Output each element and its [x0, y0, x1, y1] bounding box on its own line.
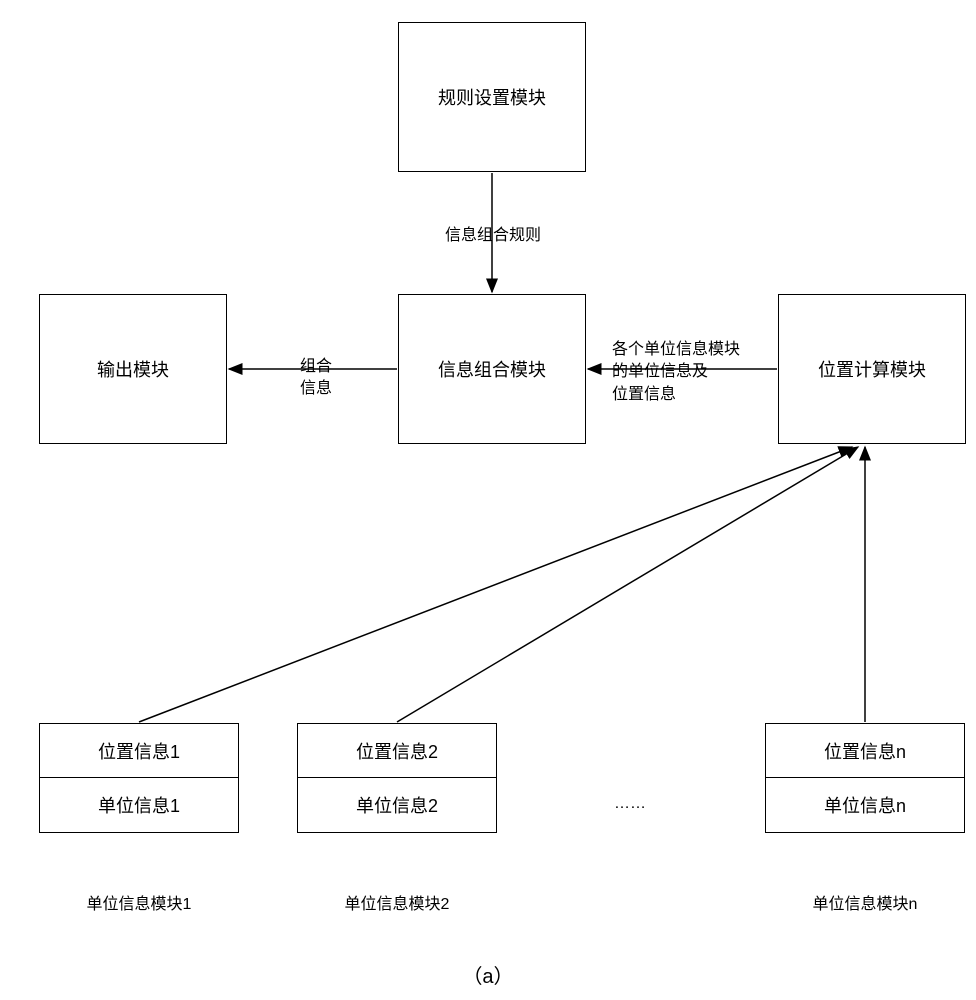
output-label: 输出模块	[97, 356, 169, 382]
calc-to-combo-line1: 各个单位信息模块	[612, 341, 740, 358]
edge-label-rule-to-combo: 信息组合规则	[445, 225, 541, 247]
calc-to-combo-line2: 的单位信息及	[612, 363, 708, 380]
unit-info-module-1: 位置信息1 单位信息1	[39, 723, 239, 833]
unit-module-2-caption: 单位信息模块2	[297, 890, 497, 914]
ellipsis-label: ……	[590, 795, 670, 813]
unit-info-n-row: 单位信息n	[766, 778, 964, 832]
position-info-1-row: 位置信息1	[40, 724, 238, 778]
combo-to-output-line2: 信息	[300, 380, 332, 397]
position-info-n-label: 位置信息n	[824, 738, 906, 764]
unit-module-n-caption: 单位信息模块n	[765, 890, 965, 914]
unit-info-module-2: 位置信息2 单位信息2	[297, 723, 497, 833]
rule-setting-module-box: 规则设置模块	[398, 22, 586, 172]
unit-info-2-row: 单位信息2	[298, 778, 496, 832]
unit-info-1-row: 单位信息1	[40, 778, 238, 832]
unit-info-module-n: 位置信息n 单位信息n	[765, 723, 965, 833]
info-combination-label: 信息组合模块	[438, 356, 546, 382]
calc-to-combo-line3: 位置信息	[612, 386, 676, 403]
unit-info-n-label: 单位信息n	[824, 792, 906, 818]
position-info-2-label: 位置信息2	[356, 738, 438, 764]
unit-info-1-label: 单位信息1	[98, 792, 180, 818]
unit-info-2-label: 单位信息2	[356, 792, 438, 818]
unit-module-1-caption: 单位信息模块1	[39, 890, 239, 914]
position-info-n-row: 位置信息n	[766, 724, 964, 778]
position-calc-module-box: 位置计算模块	[778, 294, 966, 444]
edge-label-combo-to-output: 组合 信息	[300, 356, 332, 401]
output-module-box: 输出模块	[39, 294, 227, 444]
edge-label-calc-to-combo: 各个单位信息模块 的单位信息及 位置信息	[612, 339, 740, 406]
arrow-unit1-to-calc	[139, 447, 852, 722]
position-calc-label: 位置计算模块	[818, 356, 926, 382]
combo-to-output-line1: 组合	[300, 358, 332, 375]
rule-setting-label: 规则设置模块	[438, 84, 546, 110]
figure-caption: （a）	[0, 960, 976, 989]
position-info-1-label: 位置信息1	[98, 738, 180, 764]
arrow-unit2-to-calc	[397, 447, 858, 722]
position-info-2-row: 位置信息2	[298, 724, 496, 778]
info-combination-module-box: 信息组合模块	[398, 294, 586, 444]
